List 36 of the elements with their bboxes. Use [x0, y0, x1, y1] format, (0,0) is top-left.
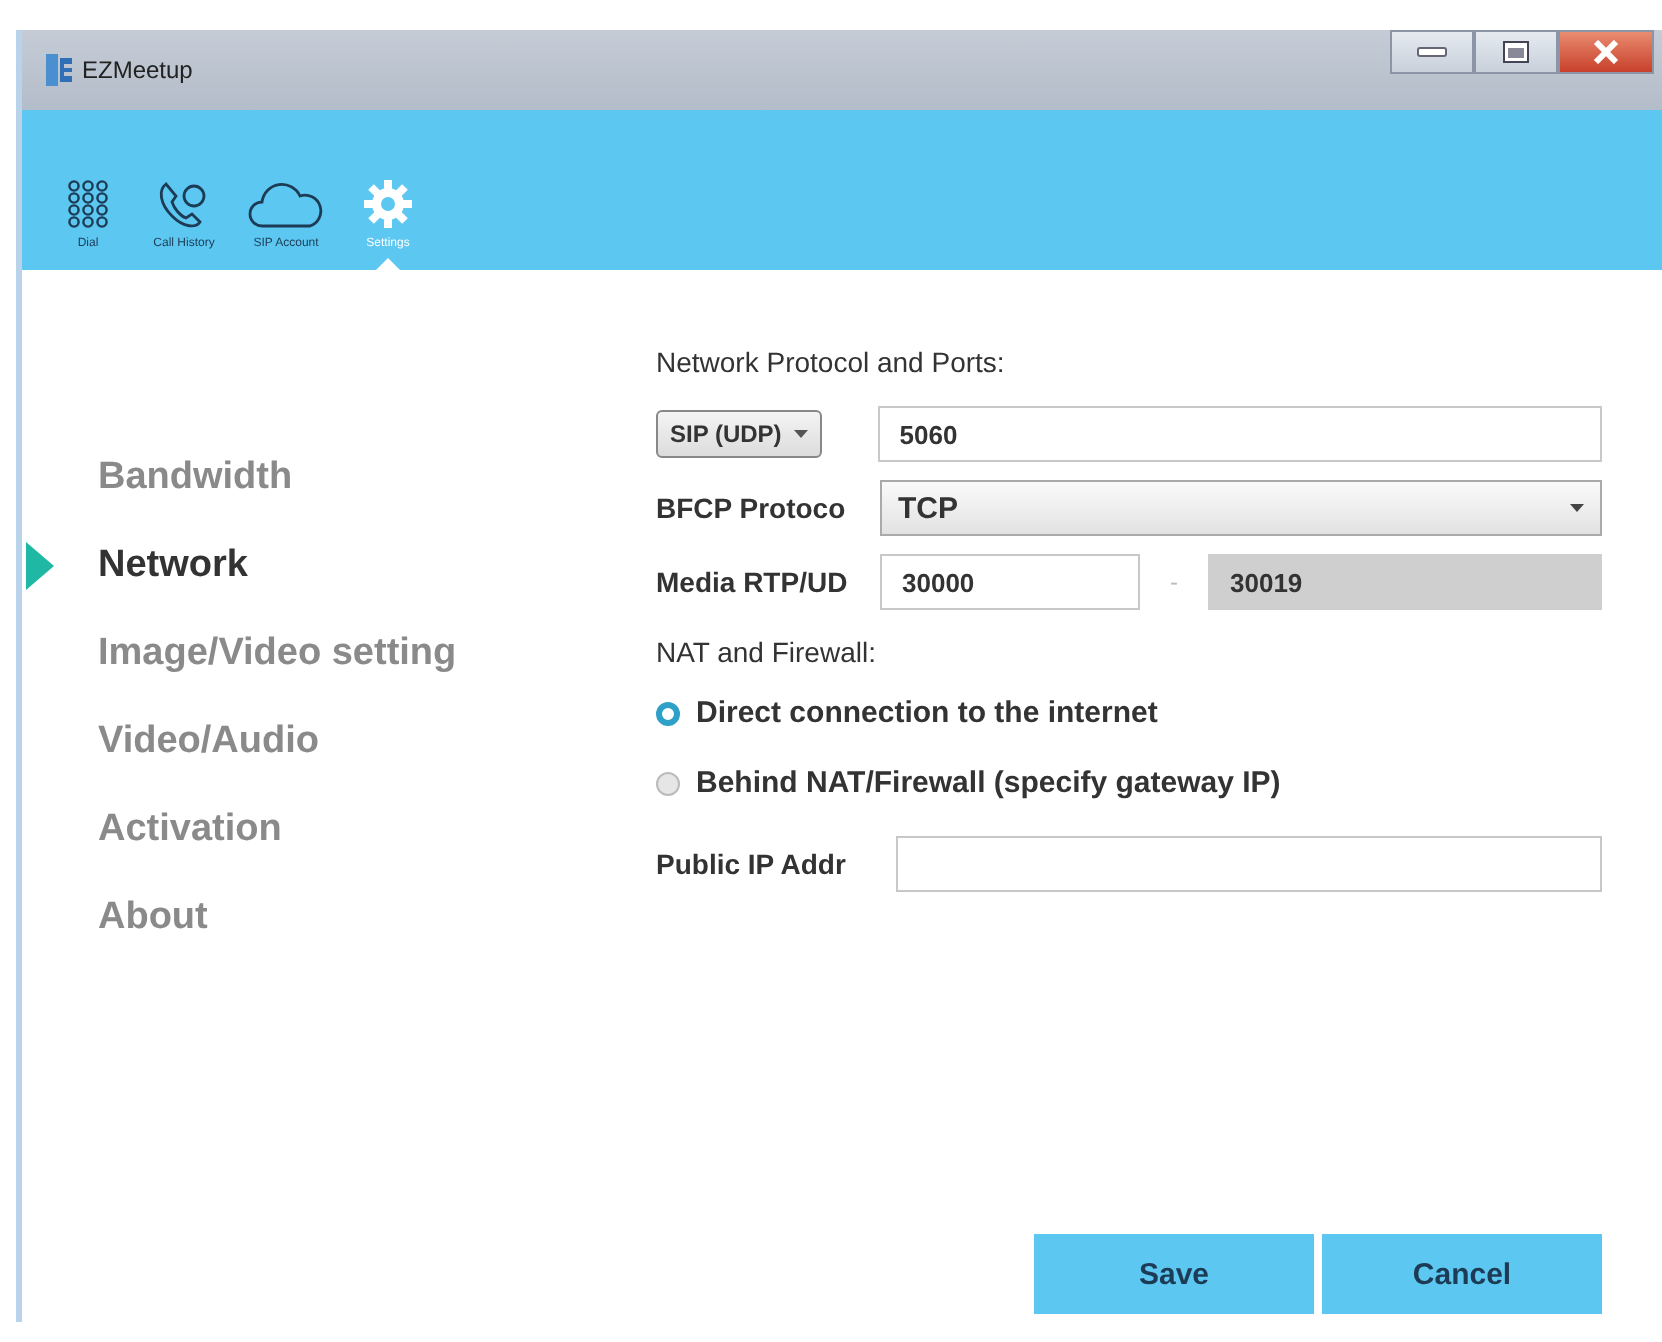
public-ip-field[interactable]	[896, 836, 1602, 892]
bfcp-dropdown[interactable]: TCP	[880, 480, 1602, 536]
radio-option[interactable]: Behind NAT/Firewall (specify gateway IP)	[656, 766, 1602, 800]
sidebar-item[interactable]: Network	[98, 544, 248, 588]
settings-icon	[362, 178, 414, 230]
port-field[interactable]: 5060	[877, 406, 1602, 462]
maximize-icon	[1502, 40, 1530, 64]
protocol-dropdown[interactable]: SIP (UDP)	[656, 410, 822, 458]
dialog-button[interactable]: Cancel	[1322, 1234, 1602, 1314]
section-title: Network Protocol and Ports:	[656, 346, 1007, 378]
sidebar-item[interactable]: Activation	[98, 808, 282, 852]
range-separator: -	[1168, 568, 1180, 596]
close-button[interactable]	[1558, 30, 1654, 74]
sidebar-item[interactable]: Bandwidth	[98, 456, 293, 500]
cloud-icon	[246, 182, 326, 230]
field-label: BFCP Protoco	[656, 492, 848, 524]
radio-option[interactable]: Direct connection to the internet	[656, 696, 1602, 730]
caret-icon	[793, 430, 808, 438]
port-to-field: 30019	[1208, 554, 1602, 610]
section-title: NAT and Firewall:	[656, 636, 878, 668]
caret-icon	[1570, 504, 1584, 512]
window-title: EZMeetup	[82, 56, 193, 84]
field-label: Public IP Addr	[656, 848, 848, 880]
selection-arrow-icon	[26, 542, 54, 590]
dialog-button[interactable]: Save	[1034, 1234, 1314, 1314]
maximize-button[interactable]	[1474, 30, 1558, 74]
minimize-button[interactable]	[1390, 30, 1474, 74]
close-icon	[1592, 40, 1620, 64]
sidebar-item[interactable]: About	[98, 896, 208, 940]
app-logo-icon	[46, 54, 74, 86]
minimize-icon	[1416, 46, 1448, 58]
sidebar-item[interactable]: Video/Audio	[98, 720, 319, 764]
port-from-field[interactable]: 30000	[880, 554, 1140, 610]
field-label: Media RTP/UD	[656, 566, 850, 598]
sidebar-item[interactable]: Image/Video setting	[98, 632, 457, 676]
keypad-icon	[66, 178, 110, 230]
